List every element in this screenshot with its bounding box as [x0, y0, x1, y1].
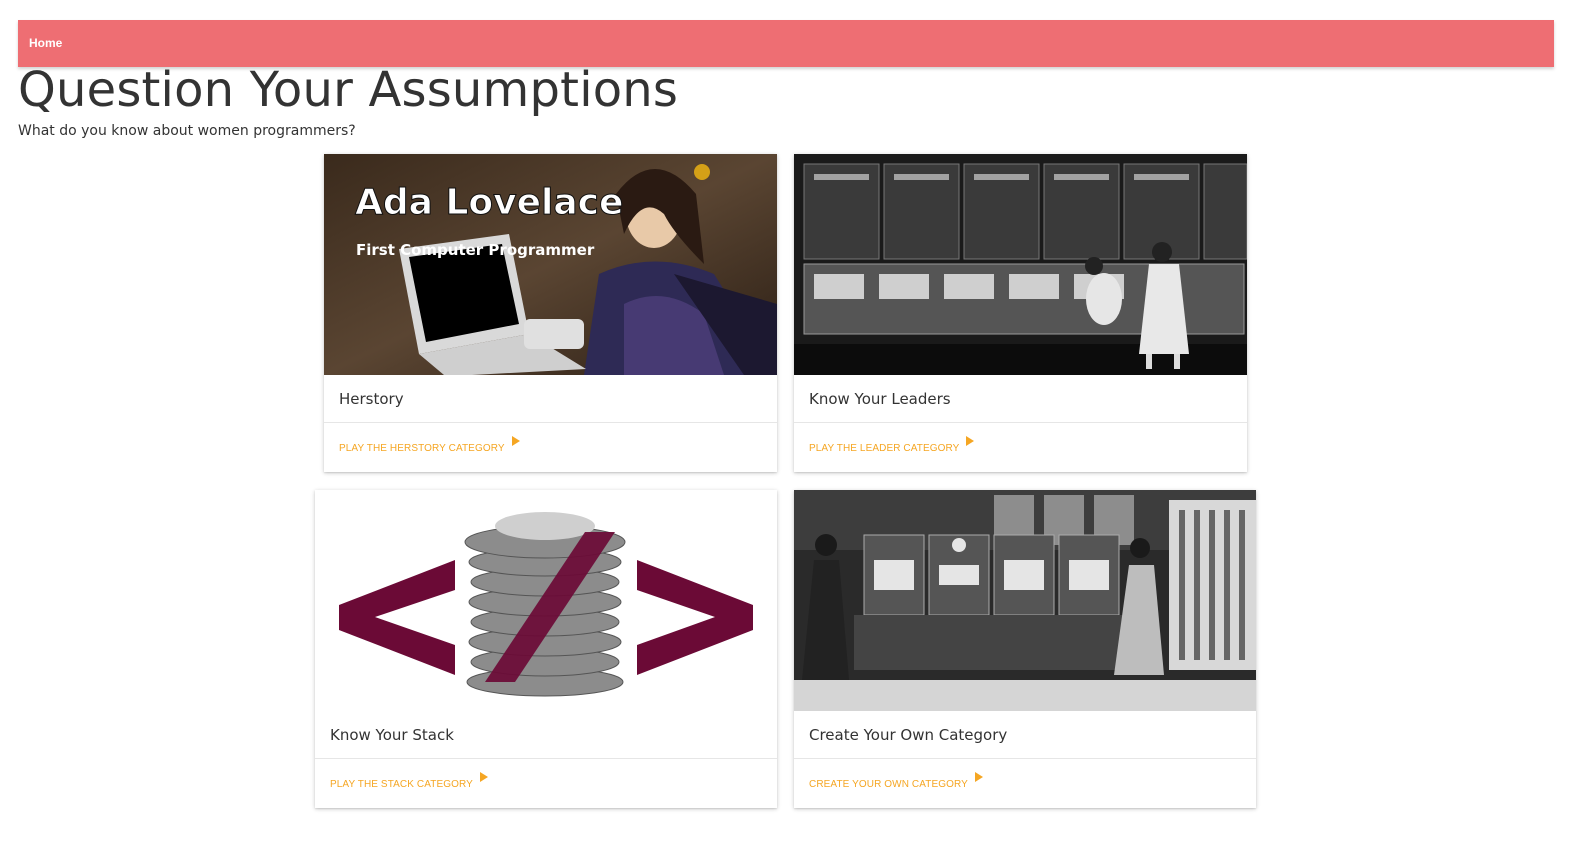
home-link[interactable]: Home: [29, 36, 62, 50]
eniac-programmers-image: [794, 154, 1247, 375]
action-label: PLAY THE LEADER CATEGORY: [809, 443, 960, 454]
svg-text:First Computer Programmer: First Computer Programmer: [356, 241, 595, 259]
action-label: CREATE YOUR OWN CATEGORY: [809, 779, 968, 790]
top-navbar: Home: [18, 20, 1554, 67]
card-title: Create Your Own Category: [809, 726, 1008, 744]
svg-text:Ada Lovelace: Ada Lovelace: [355, 182, 623, 223]
play-arrow-icon: [511, 436, 520, 446]
create-own-category-link[interactable]: CREATE YOUR OWN CATEGORY: [809, 772, 983, 790]
page-subtitle: What do you know about women programmers…: [18, 123, 356, 139]
play-herstory-link[interactable]: PLAY THE HERSTORY CATEGORY: [339, 436, 520, 454]
action-label: PLAY THE STACK CATEGORY: [330, 779, 473, 790]
card-leaders: Know Your Leaders PLAY THE LEADER CATEGO…: [794, 154, 1247, 472]
card-divider: [315, 758, 777, 759]
card-divider: [794, 422, 1247, 423]
play-stack-link[interactable]: PLAY THE STACK CATEGORY: [330, 772, 488, 790]
play-arrow-icon: [974, 772, 983, 782]
card-title: Know Your Stack: [330, 726, 454, 744]
play-arrow-icon: [479, 772, 488, 782]
computer-room-image: [794, 490, 1256, 711]
card-stack: Know Your Stack PLAY THE STACK CATEGORY: [315, 490, 777, 808]
page-title: Question Your Assumptions: [18, 62, 679, 118]
card-divider: [324, 422, 777, 423]
card-divider: [794, 758, 1256, 759]
play-arrow-icon: [966, 436, 975, 446]
play-leader-link[interactable]: PLAY THE LEADER CATEGORY: [809, 436, 975, 454]
stack-logo-image: [315, 490, 777, 711]
card-create-own: Create Your Own Category CREATE YOUR OWN…: [794, 490, 1256, 808]
card-title: Know Your Leaders: [809, 390, 951, 408]
ada-lovelace-image: Ada Lovelace First Computer Programmer: [324, 154, 777, 375]
card-herstory: Ada Lovelace First Computer Programmer H…: [324, 154, 777, 472]
action-label: PLAY THE HERSTORY CATEGORY: [339, 443, 505, 454]
card-title: Herstory: [339, 390, 404, 408]
